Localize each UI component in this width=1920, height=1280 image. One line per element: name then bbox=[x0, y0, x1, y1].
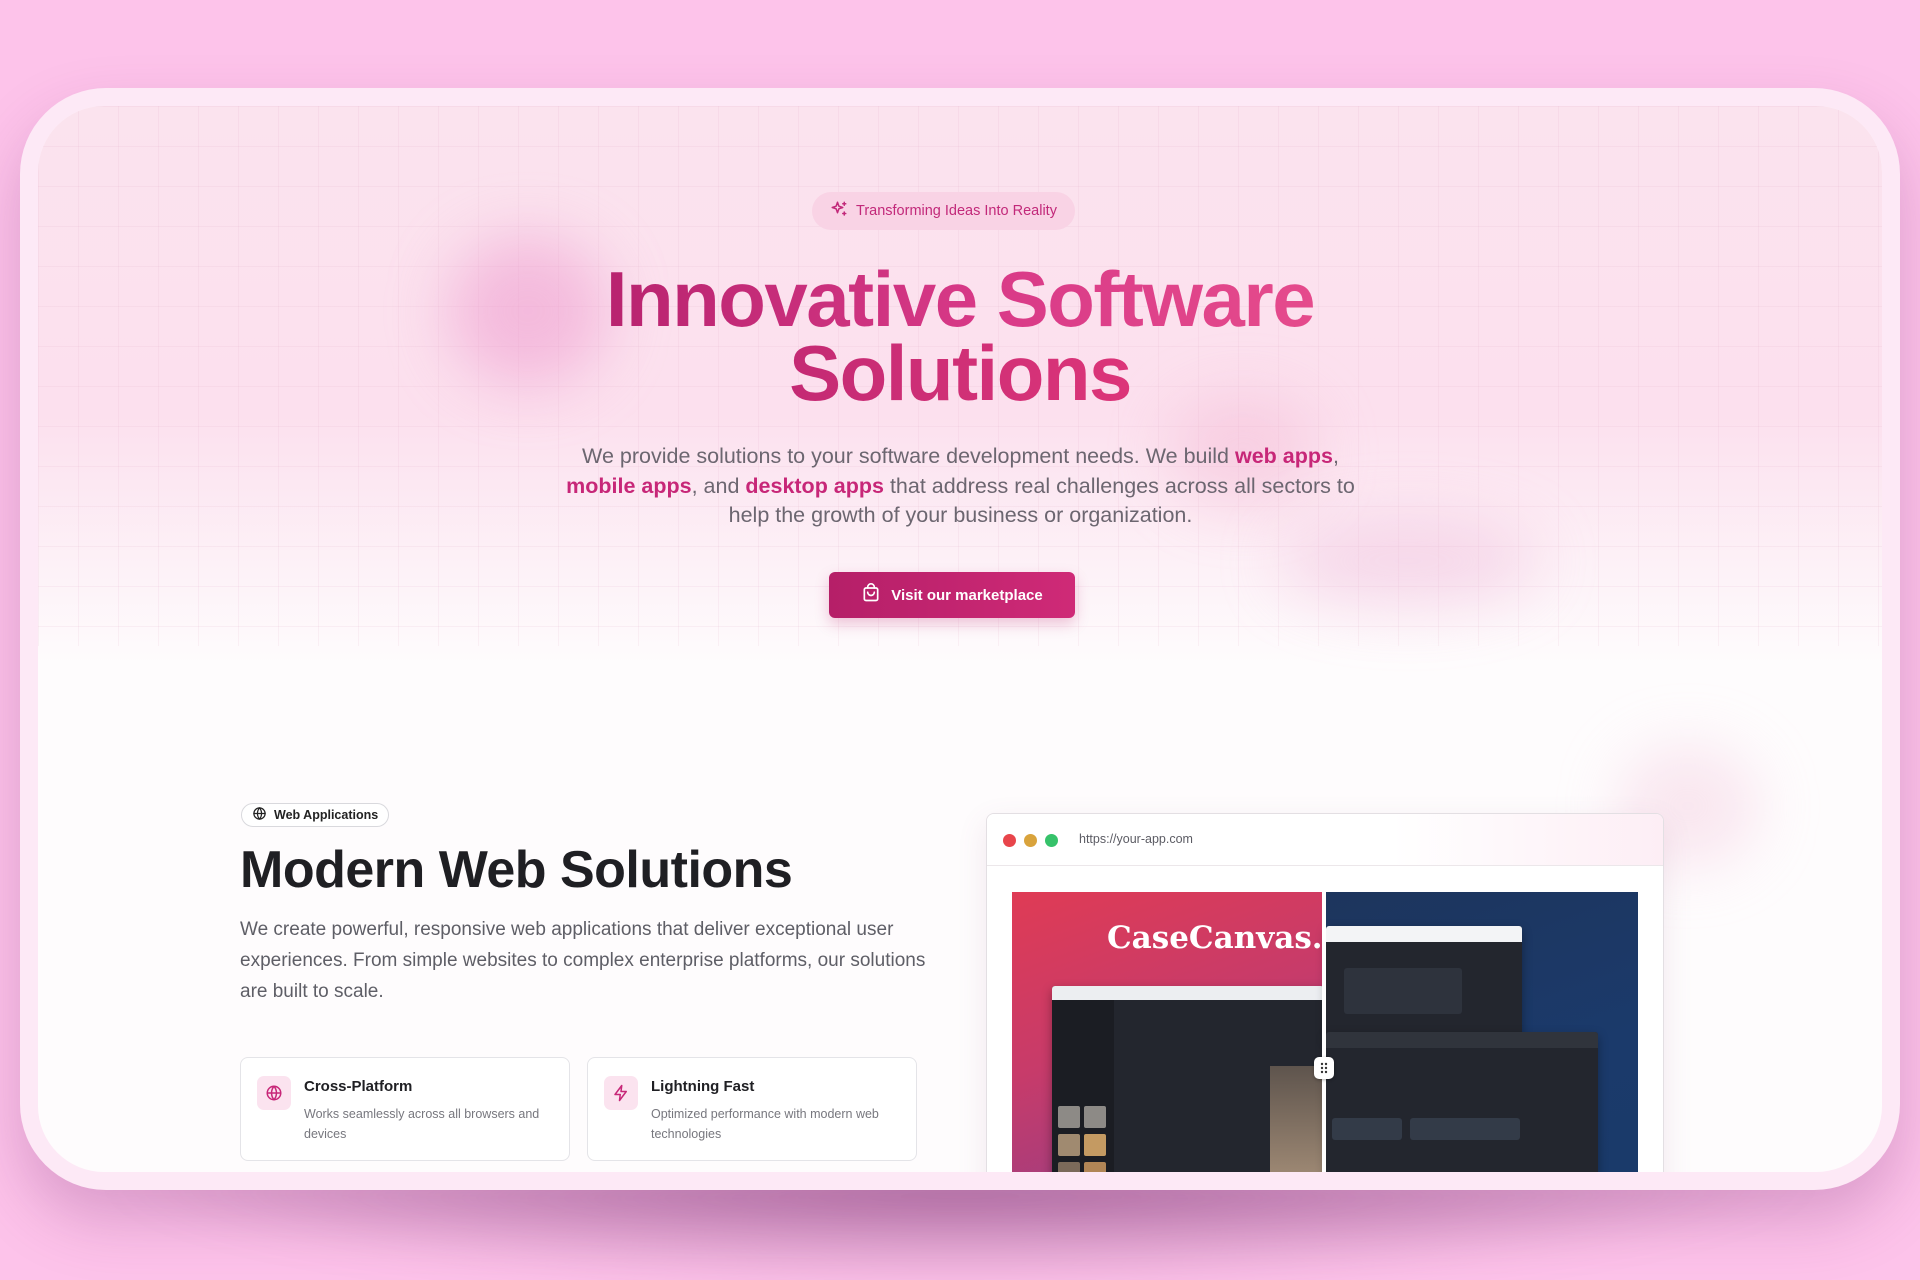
visit-marketplace-label: Visit our marketplace bbox=[891, 586, 1043, 604]
comparison-divider[interactable] bbox=[1322, 892, 1326, 1172]
preview-app-window bbox=[1052, 986, 1324, 1172]
hero-desc-highlight-web: web apps bbox=[1234, 444, 1333, 468]
hero-badge-label: Transforming Ideas Into Reality bbox=[856, 203, 1057, 219]
shopping-bag-icon bbox=[861, 583, 881, 607]
globe-icon bbox=[257, 1076, 291, 1110]
hero-desc-text: , and bbox=[691, 473, 746, 498]
preview-right-pane bbox=[1326, 892, 1638, 1172]
zap-icon bbox=[604, 1076, 638, 1110]
hero-desc-highlight-desktop: desktop apps bbox=[745, 473, 884, 498]
feature-description: Works seamlessly across all browsers and… bbox=[304, 1107, 540, 1141]
feature-description: Optimized performance with modern web te… bbox=[651, 1107, 879, 1141]
window-maximize-dot bbox=[1045, 834, 1058, 847]
preview-app-window bbox=[1326, 926, 1522, 1038]
hero-desc-highlight-mobile: mobile apps bbox=[566, 473, 692, 498]
app-preview-comparison[interactable]: CaseCanvas. Pl bbox=[1012, 892, 1638, 1172]
hero-desc-text: , bbox=[1332, 444, 1339, 468]
browser-toolbar: https://your-app.com bbox=[987, 814, 1663, 866]
hero-badge: Transforming Ideas Into Reality bbox=[812, 192, 1075, 230]
preview-left-pane: CaseCanvas. Pl bbox=[1012, 892, 1368, 1172]
browser-url: https://your-app.com bbox=[1079, 832, 1193, 846]
website-screen: Transforming Ideas Into Reality Innovati… bbox=[38, 106, 1882, 1172]
web-applications-chip: Web Applications bbox=[241, 803, 390, 827]
sparkles-icon bbox=[830, 200, 848, 222]
hero-title: Innovative Software Solutions bbox=[38, 260, 1882, 412]
window-close-dot bbox=[1003, 834, 1016, 847]
section-description: We create powerful, responsive web appli… bbox=[240, 919, 926, 1002]
visit-marketplace-button[interactable]: Visit our marketplace bbox=[829, 572, 1075, 618]
hero-description: We provide solutions to your software de… bbox=[543, 442, 1378, 531]
feature-title: Cross-Platform bbox=[304, 1078, 413, 1095]
chip-label: Web Applications bbox=[274, 808, 379, 822]
hero-title-line2: Solutions bbox=[789, 329, 1132, 417]
hero-desc-text: We provide solutions to your software de… bbox=[582, 444, 1235, 468]
window-minimize-dot bbox=[1024, 834, 1037, 847]
browser-mockup: https://your-app.com CaseCanvas. Pl bbox=[986, 813, 1664, 1172]
feature-card-cross-platform: Cross-Platform Works seamlessly across a… bbox=[240, 1057, 570, 1161]
feature-card-lightning-fast: Lightning Fast Optimized performance wit… bbox=[587, 1057, 917, 1161]
globe-icon bbox=[252, 806, 267, 824]
section-title: Modern Web Solutions bbox=[240, 841, 793, 899]
drag-handle-icon[interactable] bbox=[1314, 1057, 1334, 1079]
feature-title: Lightning Fast bbox=[651, 1078, 755, 1095]
preview-app-window bbox=[1326, 1032, 1598, 1172]
